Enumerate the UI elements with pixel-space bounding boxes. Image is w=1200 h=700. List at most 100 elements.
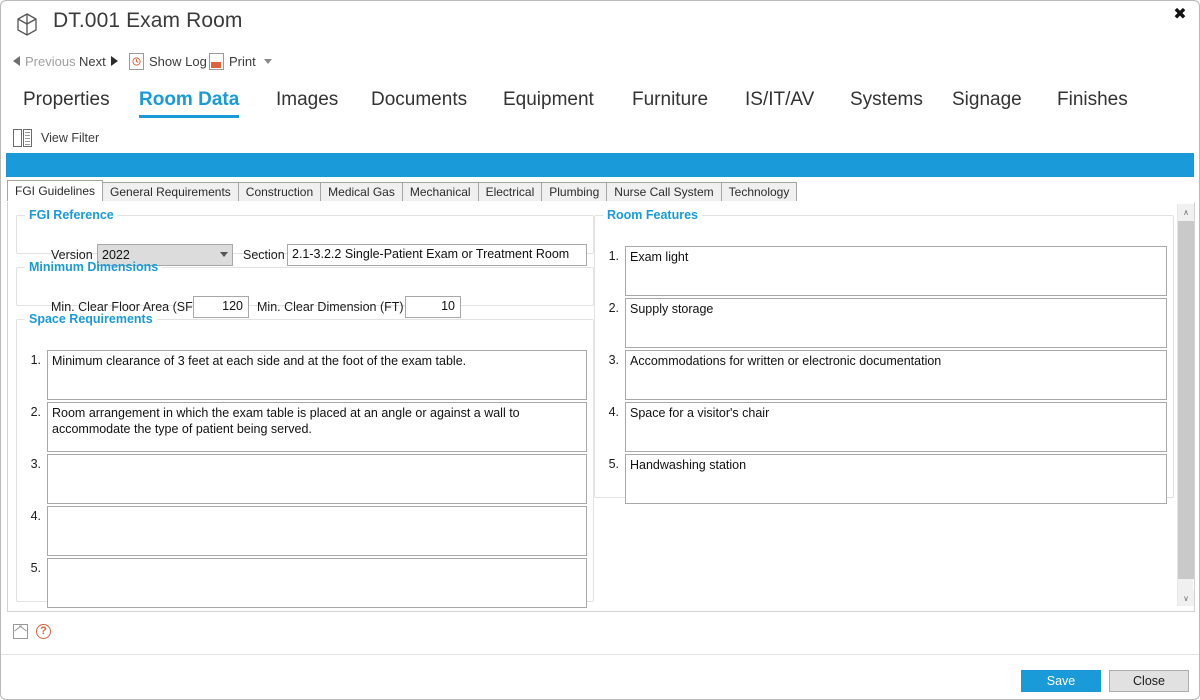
print-button[interactable]: Print [209,47,272,75]
room-feature-input-1[interactable]: Exam light [625,246,1167,296]
tab-documents[interactable]: Documents [371,89,467,111]
room-feature-number: 3. [608,353,619,367]
cancel-button[interactable]: Close [1109,670,1189,692]
next-label: Next [79,53,106,69]
space-requirements-legend: Space Requirements [29,312,153,326]
print-icon [209,52,224,70]
subtab-nurse-call-system[interactable]: Nurse Call System [606,182,722,201]
subtab-electrical[interactable]: Electrical [477,182,543,201]
space-req-number: 2. [30,405,41,419]
space-requirements-group: Space Requirements 1. Minimum clearance … [16,312,594,608]
tab-equipment[interactable]: Equipment [503,89,594,111]
main-tab-bar: Properties Room Data Images Documents Eq… [1,89,1199,125]
subtab-label: Mechanical [409,185,471,199]
tab-properties[interactable]: Properties [23,89,110,111]
view-filter-icon [13,129,33,147]
tab-images[interactable]: Images [276,89,338,111]
space-req-number: 3. [30,457,41,471]
subtab-label: Construction [245,185,314,199]
subtab-mechanical[interactable]: Mechanical [401,182,479,201]
expand-icon[interactable] [13,624,28,639]
space-req-number: 4. [30,509,41,523]
subtab-plumbing[interactable]: Plumbing [541,182,608,201]
scroll-up-button[interactable]: ∧ [1178,204,1194,220]
subtab-medical-gas[interactable]: Medical Gas [320,182,403,201]
space-requirement-input-4[interactable] [47,506,587,556]
scrollbar-thumb[interactable] [1178,221,1194,579]
space-requirement-input-1[interactable]: Minimum clearance of 3 feet at each side… [47,350,587,400]
help-icon[interactable]: ? [36,624,51,639]
space-requirement-input-2[interactable]: Room arrangement in which the exam table… [47,402,587,452]
tab-content-panel: FGI Reference Version 2022 Section 2.1-3… [7,202,1195,612]
tab-systems[interactable]: Systems [850,89,923,111]
tab-label: Images [276,89,339,110]
minimum-dimensions-group: Minimum Dimensions Min. Clear Floor Area… [16,260,594,318]
room-features-group: Room Features 1. Exam light 2. Supply st… [594,208,1174,504]
tab-label: Equipment [503,89,594,110]
close-icon[interactable]: ✖ [1169,3,1191,25]
previous-button[interactable]: Previous [13,47,76,75]
room-feature-input-2[interactable]: Supply storage [625,298,1167,348]
tab-label: IS/IT/AV [745,89,815,110]
title-bar: DT.001 Exam Room ✖ [1,1,1199,45]
subtab-label: Electrical [485,185,535,199]
tab-room-data[interactable]: Room Data [139,89,240,118]
save-button[interactable]: Save [1021,670,1101,692]
space-requirement-input-3[interactable] [47,454,587,504]
room-feature-number: 2. [608,301,619,315]
subtab-label: Plumbing [549,185,600,199]
subtab-label: FGI Guidelines [15,184,96,198]
tab-is-it-av[interactable]: IS/IT/AV [745,89,814,111]
print-label: Print [229,53,256,69]
command-bar: Previous Next Show Log Print [1,47,1199,75]
tab-label: Signage [952,89,1022,110]
room-feature-input-4[interactable]: Space for a visitor's chair [625,402,1167,452]
active-tab-underline [139,115,240,118]
show-log-label: Show Log [149,53,207,69]
chevron-down-icon [220,252,228,257]
room-data-dialog: DT.001 Exam Room ✖ Previous Next Show Lo… [0,0,1200,700]
subtab-general-requirements[interactable]: General Requirements [102,182,239,201]
room-feature-number: 1. [608,249,619,263]
room-feature-input-5[interactable]: Handwashing station [625,454,1167,504]
subtab-label: Technology [728,185,790,199]
content-scrollbar[interactable]: ∧ ∨ [1177,204,1194,606]
fgi-reference-legend: FGI Reference [29,208,114,222]
space-req-number: 5. [30,561,41,575]
room-feature-input-3[interactable]: Accommodations for written or electronic… [625,350,1167,400]
footer-icon-group: ? [13,624,51,639]
fgi-reference-group: FGI Reference Version 2022 Section 2.1-3… [16,208,594,266]
chevron-right-icon [110,56,118,66]
chevron-down-icon[interactable] [263,58,272,64]
subtab-label: Nurse Call System [614,185,714,199]
tab-label: Room Data [139,89,240,110]
tab-label: Documents [371,89,468,110]
tab-furniture[interactable]: Furniture [632,89,708,111]
minimum-dimensions-legend: Minimum Dimensions [29,260,159,274]
log-document-icon [129,52,144,70]
tab-label: Systems [850,89,923,110]
tab-label: Finishes [1057,89,1128,110]
footer-divider [1,654,1199,655]
subtab-label: Medical Gas [328,185,395,199]
room-feature-number: 5. [608,457,619,471]
subtab-fgi-guidelines[interactable]: FGI Guidelines [7,180,104,201]
room-feature-number: 4. [608,405,619,419]
view-filter-label: View Filter [41,131,100,145]
tab-signage[interactable]: Signage [952,89,1022,111]
scroll-down-button[interactable]: ∨ [1178,590,1194,606]
next-button[interactable]: Next [79,47,118,75]
subtab-technology[interactable]: Technology [720,182,798,201]
space-req-number: 1. [30,353,41,367]
tab-label: Furniture [632,89,709,110]
previous-label: Previous [25,53,76,69]
subtab-label: General Requirements [110,185,231,199]
tab-finishes[interactable]: Finishes [1057,89,1128,111]
cube-icon [12,10,42,40]
room-features-legend: Room Features [607,208,698,222]
view-filter-button[interactable]: View Filter [13,129,99,147]
chevron-left-icon [13,56,20,66]
subtab-construction[interactable]: Construction [237,182,322,201]
show-log-button[interactable]: Show Log [129,47,207,75]
space-requirement-input-5[interactable] [47,558,587,608]
